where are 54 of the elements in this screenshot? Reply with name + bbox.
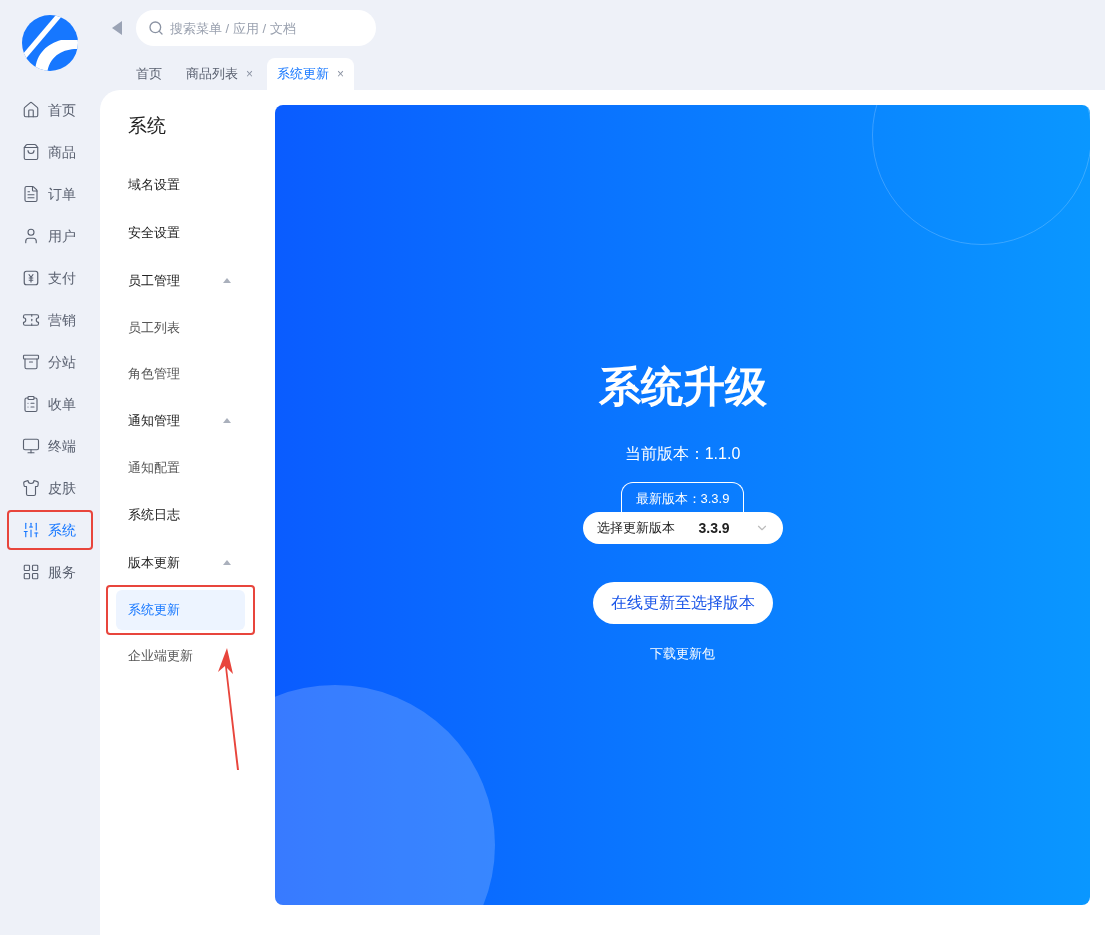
sidebar-item[interactable]: 首页 xyxy=(9,92,91,128)
shirt-icon xyxy=(22,479,40,497)
sidebar-item[interactable]: 商品 xyxy=(9,134,91,170)
sidebar-item[interactable]: 服务 xyxy=(9,554,91,590)
caret-icon xyxy=(223,278,231,283)
collapse-icon[interactable] xyxy=(112,21,122,35)
submenu-item[interactable]: 企业端更新 xyxy=(108,632,253,679)
user-icon xyxy=(22,227,40,245)
tab[interactable]: 商品列表 × xyxy=(176,58,263,90)
submenu-item[interactable]: 版本更新 xyxy=(128,538,265,587)
submenu-item[interactable]: 员工列表 xyxy=(108,304,253,351)
caret-icon xyxy=(223,418,231,423)
submenu-item[interactable]: 安全设置 xyxy=(128,208,265,257)
logo-icon xyxy=(21,14,79,72)
monitor-icon xyxy=(22,437,40,455)
sidebar-item[interactable]: 支付 xyxy=(9,260,91,296)
tab-label: 商品列表 xyxy=(186,65,238,84)
submenu-title: 系统 xyxy=(128,114,167,138)
document-icon xyxy=(22,185,40,203)
sliders-icon xyxy=(22,521,40,539)
submenu-item[interactable]: 通知配置 xyxy=(108,444,253,491)
clipboard-icon xyxy=(22,395,40,413)
tab-label: 首页 xyxy=(136,65,162,84)
update-button[interactable]: 在线更新至选择版本 xyxy=(592,582,773,624)
tab[interactable]: 系统更新 × xyxy=(267,58,355,90)
tab-label: 系统更新 xyxy=(277,65,329,84)
sidebar-item[interactable]: 皮肤 xyxy=(9,470,91,506)
download-link[interactable]: 下载更新包 xyxy=(650,644,715,664)
sidebar-item[interactable]: 营销 xyxy=(9,302,91,338)
submenu-item[interactable]: 域名设置 xyxy=(128,160,265,209)
sidebar-item[interactable]: 分站 xyxy=(9,344,91,380)
ticket-icon xyxy=(22,311,40,329)
submenu-item[interactable]: 员工管理 xyxy=(128,256,265,305)
grid-icon xyxy=(22,563,40,581)
yen-icon xyxy=(22,269,40,287)
search-field[interactable]: 搜索菜单 / 应用 / 文档 xyxy=(136,10,376,46)
tab[interactable]: 首页 xyxy=(126,58,172,90)
close-icon[interactable]: × xyxy=(337,65,345,83)
sidebar-item[interactable]: 用户 xyxy=(9,218,91,254)
version-select[interactable]: 选择更新版本 3.3.9 xyxy=(582,512,783,544)
submenu-item[interactable]: 角色管理 xyxy=(108,350,253,397)
sidebar-item[interactable]: 终端 xyxy=(9,428,91,464)
submenu-item[interactable]: 系统日志 xyxy=(128,490,265,539)
upgrade-title: 系统升级 xyxy=(598,362,767,412)
sidebar-item[interactable]: 订单 xyxy=(9,176,91,212)
current-version: 当前版本：1.1.0 xyxy=(624,444,741,464)
box-icon xyxy=(22,353,40,371)
search-icon xyxy=(148,20,164,36)
bag-icon xyxy=(22,143,40,161)
caret-icon xyxy=(223,560,231,565)
sidebar-item[interactable]: 系统 xyxy=(9,512,91,548)
sidebar-item[interactable]: 收单 xyxy=(9,386,91,422)
submenu-item[interactable]: 通知管理 xyxy=(128,396,265,445)
home-icon xyxy=(22,101,40,119)
